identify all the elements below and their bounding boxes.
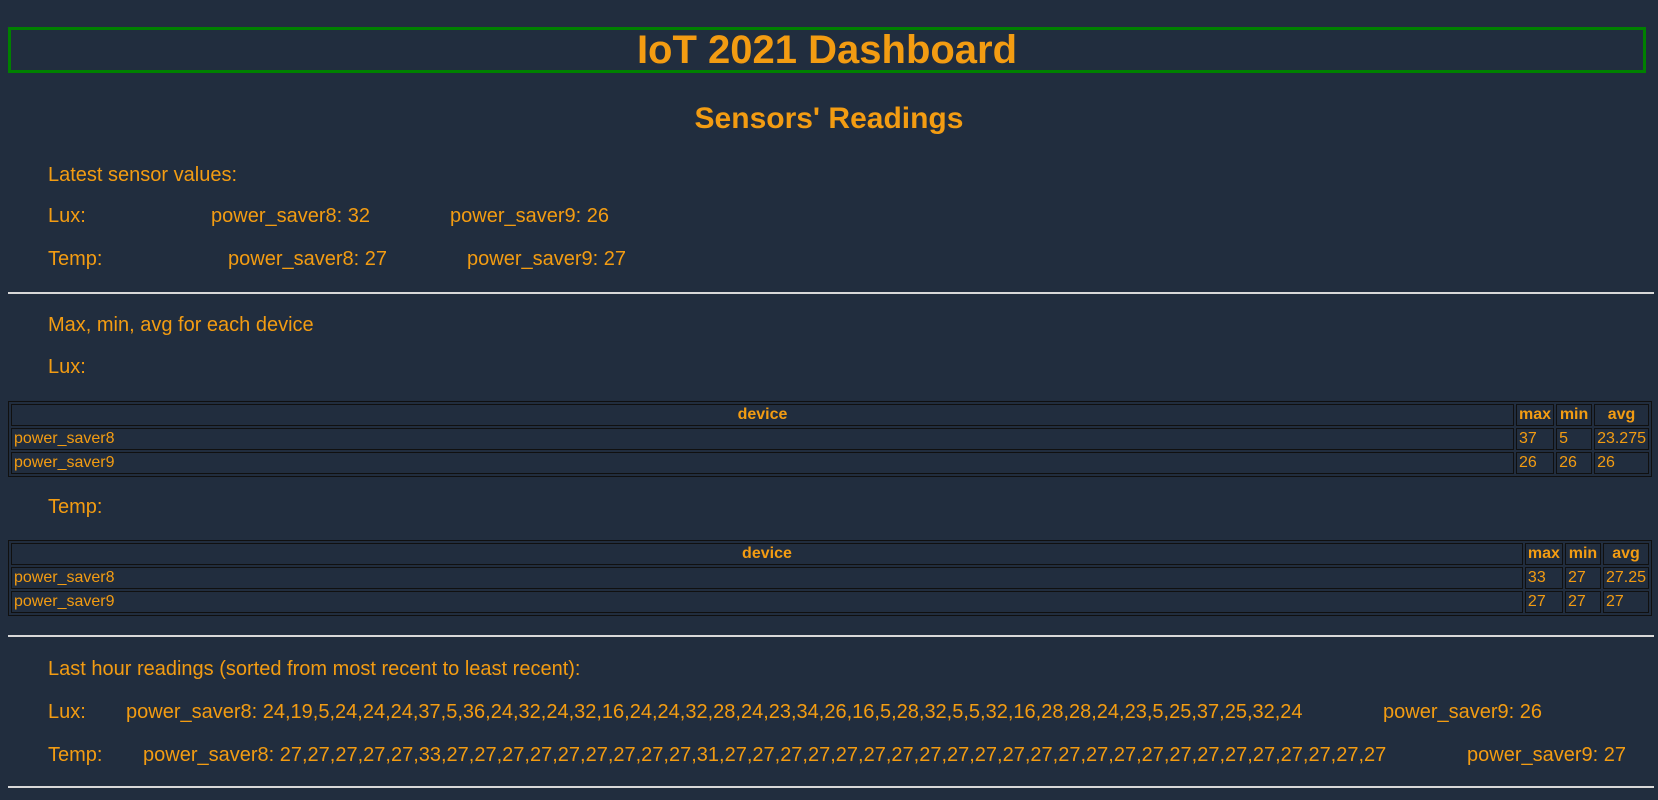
last-hour-lux-label: Lux: (48, 701, 86, 723)
latest-lux-power-saver9: power_saver9: 26 (450, 205, 609, 227)
last-hour-lux-power-saver8: power_saver8: 24,19,5,24,24,24,37,5,36,2… (126, 701, 1303, 723)
section-divider (8, 786, 1654, 788)
latest-temp-label: Temp: (48, 248, 103, 270)
column-header-min: min (1564, 543, 1601, 565)
column-header-max: max (1524, 543, 1563, 565)
cell-avg: 23.275 (1594, 428, 1649, 450)
stats-lux-label: Lux: (48, 356, 86, 378)
cell-max: 27 (1524, 591, 1563, 613)
dashboard-title: IoT 2021 Dashboard (636, 28, 1018, 72)
cell-avg: 27 (1602, 591, 1649, 613)
column-header-avg: avg (1594, 404, 1649, 426)
column-header-device: device (11, 543, 1523, 565)
section-divider (8, 635, 1654, 637)
table-row: power_saver8 33 27 27.25 (11, 567, 1649, 589)
cell-min: 26 (1556, 452, 1593, 474)
last-hour-temp-power-saver9: power_saver9: 27 (1467, 744, 1626, 766)
cell-device: power_saver8 (11, 567, 1523, 589)
column-header-avg: avg (1602, 543, 1649, 565)
cell-device: power_saver8 (11, 428, 1515, 450)
stats-temp-label: Temp: (48, 496, 103, 518)
cell-max: 26 (1516, 452, 1555, 474)
cell-min: 27 (1564, 591, 1601, 613)
latest-temp-power-saver8: power_saver8: 27 (228, 248, 387, 270)
table-header-row: device max min avg (11, 404, 1649, 426)
cell-device: power_saver9 (11, 591, 1523, 613)
cell-min: 5 (1556, 428, 1593, 450)
table-row: power_saver9 27 27 27 (11, 591, 1649, 613)
table-row: power_saver9 26 26 26 (11, 452, 1649, 474)
column-header-min: min (1556, 404, 1593, 426)
last-hour-temp-power-saver8: power_saver8: 27,27,27,27,27,33,27,27,27… (143, 744, 1387, 766)
cell-device: power_saver9 (11, 452, 1515, 474)
column-header-device: device (11, 404, 1515, 426)
cell-min: 27 (1564, 567, 1601, 589)
temp-stats-table: device max min avg power_saver8 33 27 27… (8, 540, 1652, 616)
sensors-readings-heading: Sensors' Readings (694, 102, 964, 135)
dashboard-title-box: IoT 2021 Dashboard (8, 27, 1646, 73)
latest-lux-power-saver8: power_saver8: 32 (211, 205, 370, 227)
column-header-max: max (1516, 404, 1555, 426)
section-divider (8, 292, 1654, 294)
lux-stats-table: device max min avg power_saver8 37 5 23.… (8, 401, 1652, 477)
cell-max: 37 (1516, 428, 1555, 450)
latest-values-heading: Latest sensor values: (48, 164, 237, 186)
cell-avg: 26 (1594, 452, 1649, 474)
last-hour-temp-label: Temp: (48, 744, 103, 766)
last-hour-heading: Last hour readings (sorted from most rec… (48, 658, 581, 680)
stats-heading: Max, min, avg for each device (48, 314, 314, 336)
cell-avg: 27.25 (1602, 567, 1649, 589)
latest-temp-power-saver9: power_saver9: 27 (467, 248, 626, 270)
last-hour-lux-power-saver9: power_saver9: 26 (1383, 701, 1542, 723)
table-header-row: device max min avg (11, 543, 1649, 565)
table-row: power_saver8 37 5 23.275 (11, 428, 1649, 450)
latest-lux-label: Lux: (48, 205, 86, 227)
cell-max: 33 (1524, 567, 1563, 589)
